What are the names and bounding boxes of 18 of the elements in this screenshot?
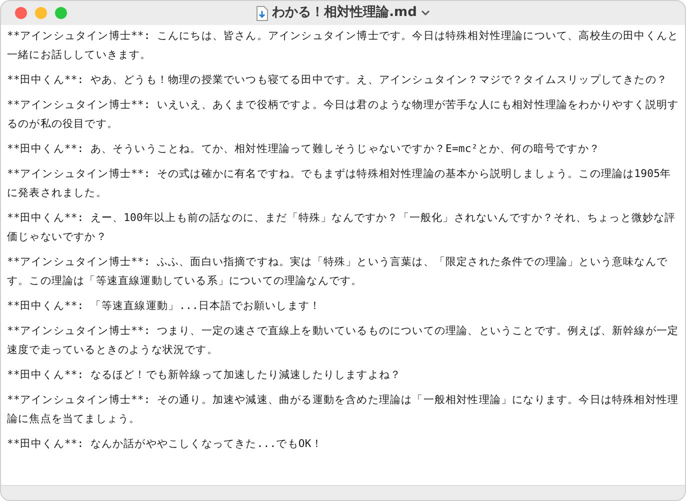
zoom-button[interactable] [55,7,67,19]
document-icon [256,6,268,20]
paragraph: **田中くん**: 「等速直線運動」...日本語でお願いします！ [7,299,322,314]
paragraph: **アインシュタイン博士**: その通り。加速や減速、曲がる運動を含めた理論は「一般相対性理論」になります。今日は特殊相対性理論に焦点を当てましょう。 [7,393,679,427]
close-button[interactable] [15,7,27,19]
paragraph: **アインシュタイン博士**: こんにちは、皆さん。アインシュタイン博士です。今日は特殊相対性理論について、高校生の田中くんと一緒にお話ししていきます。 [7,29,679,63]
paragraph: **田中くん**: えー、100年以上も前の話なのに、まだ「特殊」なんですか？「一般化」されないんですか？それ、ちょっと微妙な評価じゃないですか？ [7,211,677,245]
paragraph: **アインシュタイン博士**: つまり、一定の速さで直線上を動いているものについての理論、ということです。例えば、新幹線が一定速度で走っているときのような状況です。 [7,324,679,358]
window-title: わかる！相対性理論.md [272,4,417,22]
paragraph: **アインシュタイン博士**: ふふ、面白い指摘ですね。実は「特殊」という言葉は、「限定された条件での理論」という意味なんです。この理論は「等速直線運動している系」についての理論なんです。 [7,255,668,289]
minimize-button[interactable] [35,7,47,19]
paragraph: **田中くん**: なんか話がややこしくなってきた...でもOK！ [7,437,324,452]
paragraph: **田中くん**: なるほど！でも新幹線って加速したり減速したりしますよね？ [7,368,402,383]
paragraph: **アインシュタイン博士**: いえいえ、あくまで役柄ですよ。今日は君のような物理が苦手な人にも相対性理論をわかりやすく説明するのが私の役目です。 [7,98,679,132]
paragraph: **田中くん**: あ、そういうことね。てか、相対性理論って難しそうじゃないですか？E=mc²とか、何の暗号ですか？ [7,142,601,157]
paragraph: **アインシュタイン博士**: その式は確かに有名ですね。でもまずは特殊相対性理論の基本から説明しましょう。この理論は1905年に発表されました。 [7,167,672,201]
chevron-down-icon[interactable] [420,10,430,16]
paragraph: **田中くん**: やあ、どうも！物理の授業でいつも寝てる田中です。え、アインシュタイン？マジで？タイムスリップしてきたの？ [7,73,668,88]
